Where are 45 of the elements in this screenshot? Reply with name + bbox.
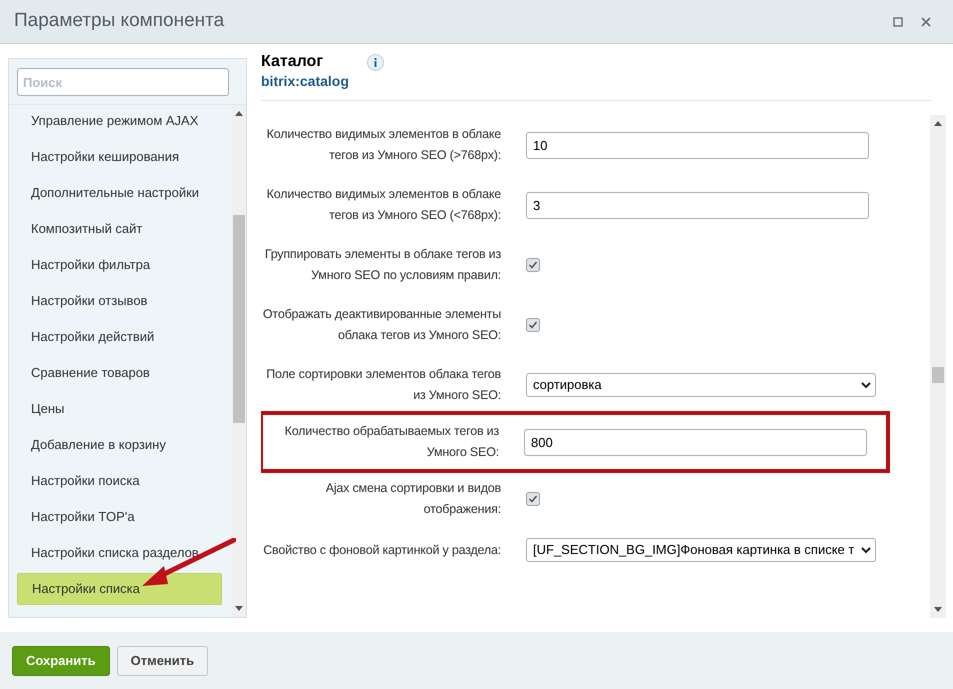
sidebar-item[interactable]: Настройки списка разделов: [17, 537, 222, 569]
window-title: Параметры компонента: [14, 9, 226, 34]
sidebar-item[interactable]: Добавление в корзину: [17, 429, 222, 461]
sidebar-item[interactable]: Настройки фильтра: [17, 249, 222, 281]
sidebar-item[interactable]: Настройки действий: [17, 321, 222, 353]
check-icon: [528, 494, 538, 504]
check-icon: [528, 320, 538, 330]
sidebar-item[interactable]: Сравнение товаров: [17, 357, 222, 389]
component-title: Каталог: [261, 52, 324, 72]
check-icon: [528, 260, 538, 270]
close-icon[interactable]: [921, 16, 931, 26]
sidebar-item[interactable]: Цены: [17, 393, 222, 425]
sidebar-item[interactable]: Настройки поиска: [17, 465, 222, 497]
sidebar-item[interactable]: Настройки списка: [17, 573, 222, 605]
sidebar-item[interactable]: Дополнительные настройки: [17, 177, 222, 209]
dropdown[interactable]: [UF_SECTION_BG_IMG]Фоновая картинка в списке т: [526, 538, 876, 562]
component-code: bitrix:catalog: [261, 72, 349, 90]
sidebar-item[interactable]: Настройки TOP'а: [17, 501, 222, 533]
info-icon[interactable]: [366, 54, 384, 71]
checkbox[interactable]: [526, 318, 540, 332]
field-label: Отображать деактивированные элементы облака тегов из Умного SEO:: [262, 306, 502, 344]
sidebar-item[interactable]: Управление режимом AJAX: [17, 105, 222, 137]
field-label: Поле сортировки элементов облака тегов из Умного SEO:: [265, 366, 502, 404]
field-label: Ajax смена сортировки и видов отображения:: [324, 480, 502, 518]
sidebar-item[interactable]: Настройки отзывов: [17, 285, 222, 317]
scrollbar[interactable]: [930, 115, 946, 618]
caret-icon: [861, 545, 871, 555]
field-label: Свойство с фоновой картинкой у раздела:: [262, 542, 502, 559]
field-label: Количество обрабатываемых тегов из Умного SEO:: [284, 423, 500, 461]
cancel-button[interactable]: Отменить: [116, 646, 208, 676]
field-label: Количество видимых элементов в облаке тегов из Умного SEO (>768px):: [266, 126, 502, 164]
text-field[interactable]: 800: [524, 428, 867, 456]
text-field[interactable]: 3: [526, 192, 869, 218]
scrollbar[interactable]: [232, 105, 246, 617]
checkbox[interactable]: [526, 258, 540, 272]
maximize-icon[interactable]: [893, 16, 903, 26]
caret-icon: [861, 380, 871, 390]
checkbox[interactable]: [526, 492, 540, 506]
search-field[interactable]: Поиск: [17, 68, 229, 96]
text-field[interactable]: 10: [526, 132, 869, 158]
field-label: Группировать элементы в облаке тегов из Умного SEO по условиям правил:: [264, 246, 502, 284]
sidebar-item[interactable]: Композитный сайт: [17, 213, 222, 245]
sidebar-item[interactable]: Настройки кеширования: [17, 141, 222, 173]
field-label: Количество видимых элементов в облаке тегов из Умного SEO (<768px):: [266, 186, 502, 224]
dropdown[interactable]: сортировка: [526, 373, 876, 397]
